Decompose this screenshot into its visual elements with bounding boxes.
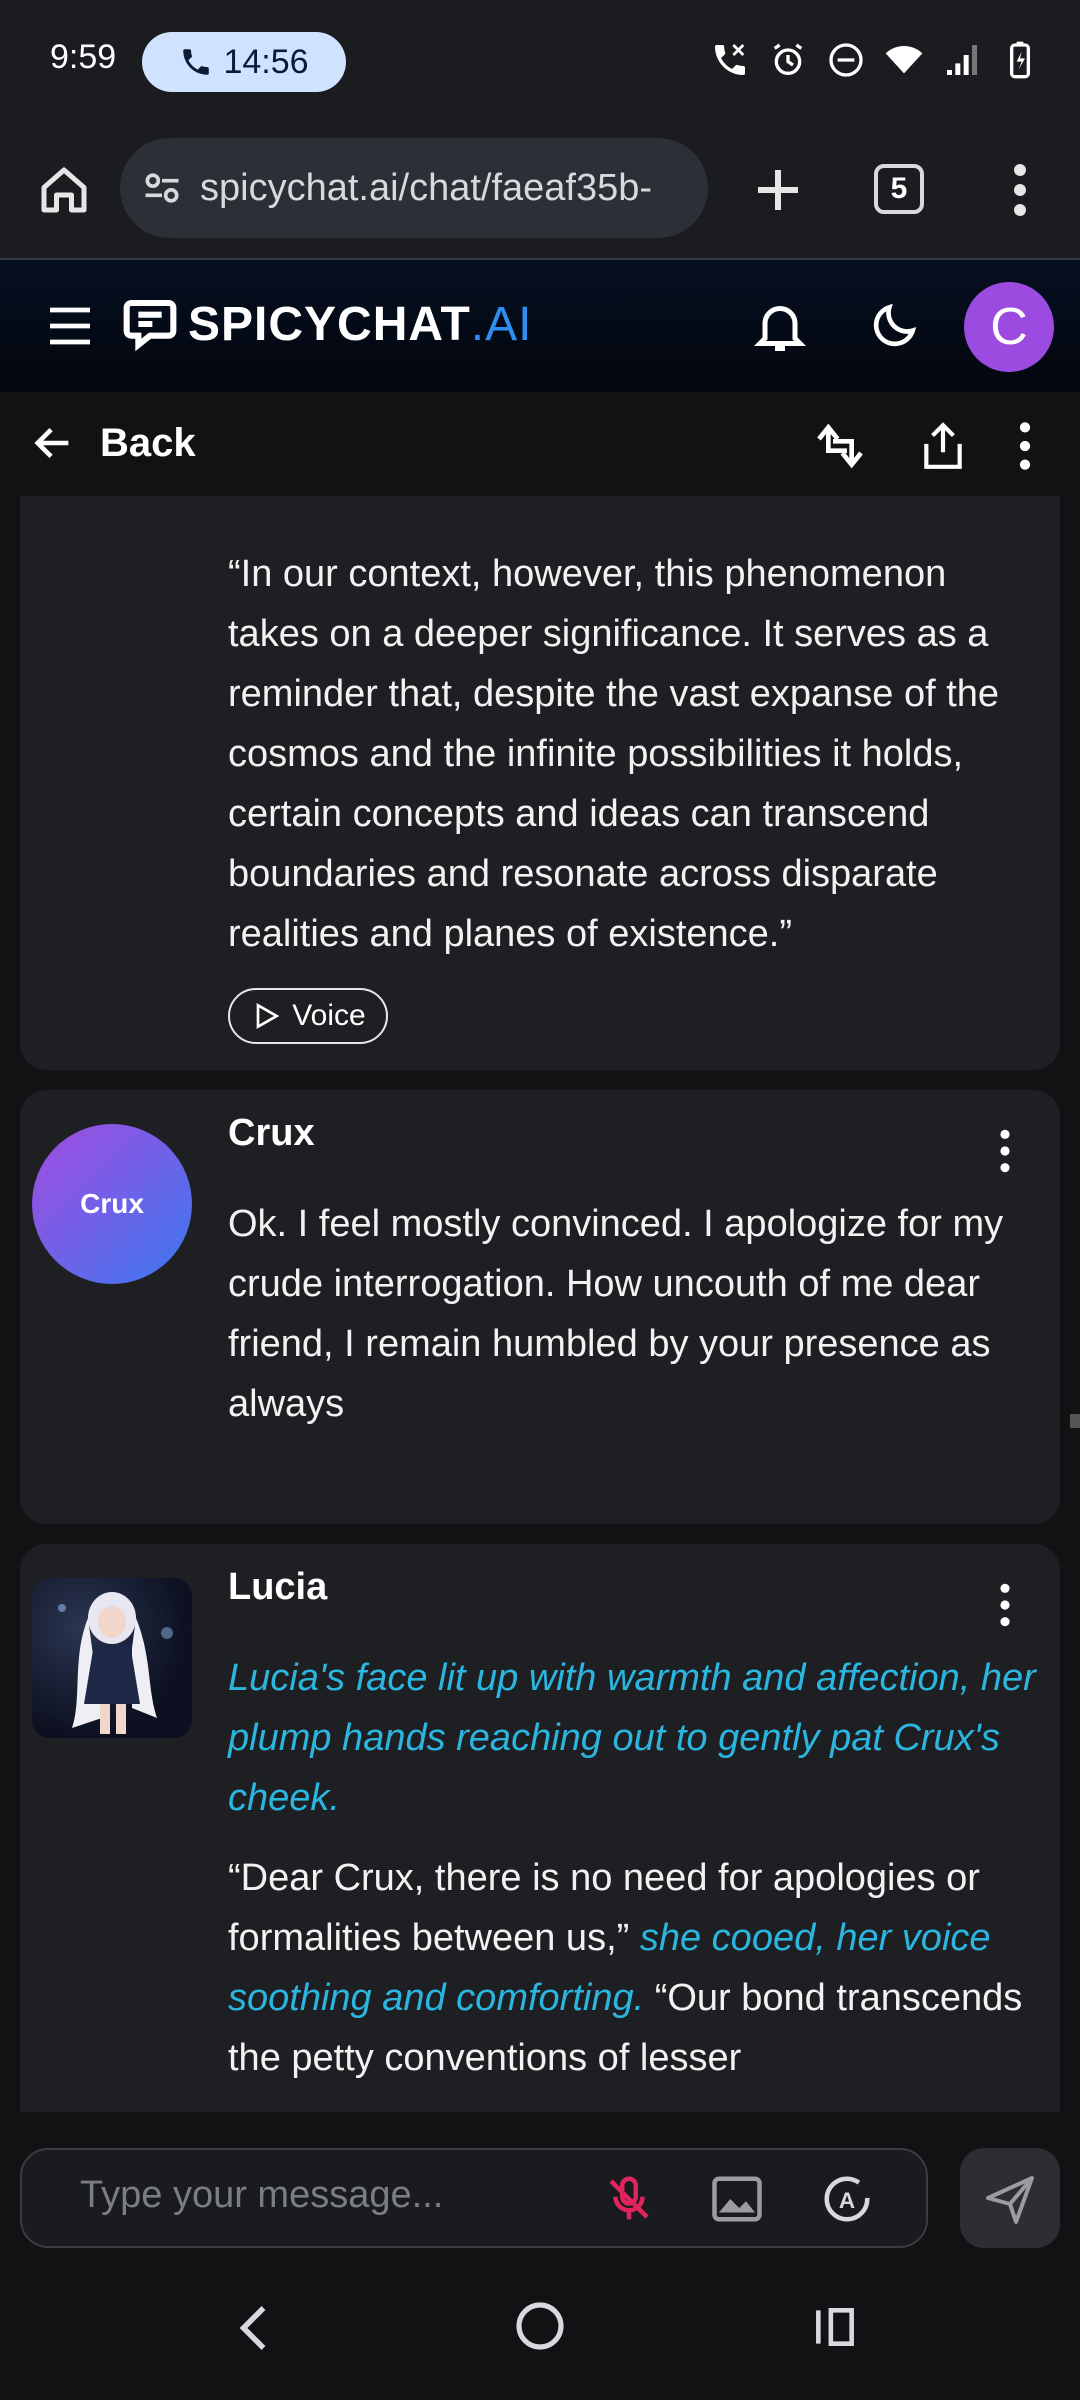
signal-icon (947, 45, 977, 75)
avatar[interactable]: Crux (32, 1124, 192, 1284)
alarm-icon (773, 43, 803, 75)
dark-mode-moon-icon[interactable] (866, 298, 922, 354)
avatar[interactable] (32, 1578, 192, 1738)
svg-text:A: A (839, 2188, 855, 2213)
system-home-icon[interactable] (512, 2298, 568, 2354)
chat-bubble-logo-icon (123, 299, 177, 352)
back-label: Back (100, 420, 196, 465)
message-input[interactable]: Type your message... A (20, 2148, 928, 2248)
send-button[interactable] (960, 2148, 1060, 2248)
battery-charging-icon (1010, 41, 1030, 79)
arrow-left-icon (34, 427, 69, 459)
sender-name: Lucia (228, 1566, 328, 1608)
back-button[interactable]: Back (30, 420, 196, 466)
image-upload-icon[interactable] (710, 2174, 764, 2224)
send-icon (986, 2176, 1034, 2224)
message-text: “In our context, however, this phenomeno… (228, 553, 1000, 955)
message-text: “Dear Crux, there is no need for apologi… (228, 1848, 1038, 2088)
status-time: 9:59 (50, 38, 117, 76)
app-header: SPICYCHAT.AI C (0, 260, 1080, 392)
wifi-calling-icon (715, 44, 745, 75)
url-text: spicychat.ai/chat/faeaf35b- (200, 166, 653, 209)
wifi-icon (885, 46, 923, 74)
status-bar: 9:59 14:56 (0, 0, 1080, 124)
play-icon (256, 1003, 280, 1029)
site-settings-icon[interactable] (140, 166, 184, 210)
voice-button[interactable]: Voice (228, 988, 388, 1044)
system-recents-icon[interactable] (810, 2300, 860, 2354)
ongoing-call-pill[interactable]: 14:56 (142, 32, 346, 92)
character-portrait-image (58, 1592, 173, 1734)
phone-icon (183, 49, 210, 75)
system-back-icon[interactable] (226, 2298, 286, 2358)
message-card-crux: Crux Crux Ok. I feel mostly convinced. I… (20, 1090, 1060, 1524)
new-tab-icon[interactable] (748, 160, 808, 220)
status-icons (710, 40, 1040, 80)
action-text: Lucia's face lit up with warmth and affe… (228, 1657, 1036, 1819)
logo-main-text: SPICYCHAT (188, 297, 471, 351)
home-icon[interactable] (34, 160, 94, 220)
user-avatar[interactable]: C (964, 282, 1054, 372)
composer-bar: Type your message... A (0, 2112, 1080, 2262)
notifications-bell-icon[interactable] (750, 296, 810, 356)
message-options-icon[interactable] (990, 1126, 1020, 1176)
sender-name: Crux (228, 1112, 315, 1154)
address-bar[interactable]: spicychat.ai/chat/faeaf35b- (120, 138, 708, 238)
chat-messages[interactable]: “In our context, however, this phenomeno… (0, 496, 1080, 2112)
auto-reply-icon[interactable]: A (820, 2172, 874, 2226)
voice-label: Voice (292, 999, 366, 1032)
scrollbar-thumb[interactable] (1070, 1414, 1080, 1428)
browser-menu-icon[interactable] (1000, 160, 1040, 220)
hamburger-menu-icon[interactable] (46, 304, 94, 348)
system-nav-bar (0, 2262, 1080, 2400)
mic-off-icon[interactable] (602, 2172, 656, 2226)
spicychat-logo[interactable]: SPICYCHAT.AI (122, 296, 532, 352)
message-card-lucia: Lucia Lucia's face lit up with warmth an… (20, 1544, 1060, 2112)
chat-options-icon[interactable] (1010, 418, 1040, 474)
message-card-bot: “In our context, however, this phenomeno… (20, 496, 1060, 1070)
browser-toolbar: spicychat.ai/chat/faeaf35b- 5 (0, 124, 1080, 260)
message-options-icon[interactable] (990, 1580, 1020, 1630)
share-icon[interactable] (918, 418, 968, 474)
call-timer: 14:56 (223, 42, 309, 81)
swap-model-icon[interactable] (812, 418, 868, 474)
do-not-disturb-icon (829, 43, 863, 77)
tab-switcher-button[interactable]: 5 (874, 164, 924, 214)
message-text: Ok. I feel mostly convinced. I apologize… (228, 1203, 1004, 1425)
input-placeholder: Type your message... (80, 2174, 444, 2216)
logo-suffix-text: .AI (470, 297, 533, 351)
chat-nav-bar: Back (0, 392, 1080, 496)
